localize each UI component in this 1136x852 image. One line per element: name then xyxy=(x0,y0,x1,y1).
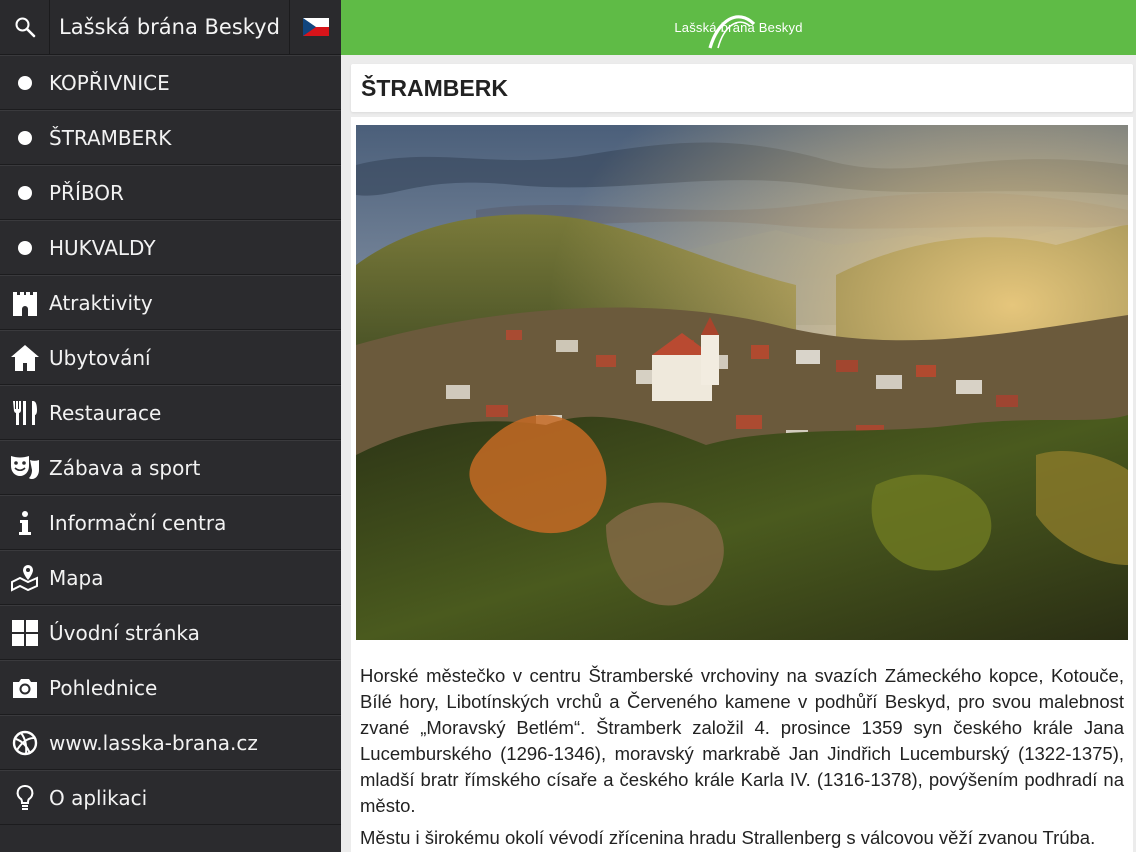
sidebar-item-koprivnice[interactable]: KOPŘIVNICE xyxy=(0,55,341,110)
sidebar-item-label: Mapa xyxy=(49,565,104,590)
sidebar-item-restaurace[interactable]: Restaurace xyxy=(0,385,341,440)
lightbulb-icon xyxy=(16,784,33,810)
sidebar-item-website[interactable]: www.lasska-brana.cz xyxy=(0,715,341,770)
cutlery-icon xyxy=(12,400,37,425)
sidebar-item-label: Informační centra xyxy=(49,510,227,535)
sidebar-item-label: Restaurace xyxy=(49,400,162,425)
app-logo[interactable]: Lašská brána Beskyd xyxy=(674,0,802,55)
main-content: Lašská brána Beskyd ŠTRAMBERK Horské měs… xyxy=(341,0,1136,852)
page-title: ŠTRAMBERK xyxy=(361,74,508,101)
sidebar-item-pohlednice[interactable]: Pohlednice xyxy=(0,660,341,715)
castle-icon xyxy=(12,291,37,316)
map-pin-icon xyxy=(10,564,38,592)
sidebar-item-uvodni-stranka[interactable]: Úvodní stránka xyxy=(0,605,341,660)
sidebar-item-pribor[interactable]: PŘÍBOR xyxy=(0,165,341,220)
bullet-icon xyxy=(17,240,32,255)
sidebar-item-label: HUKVALDY xyxy=(49,235,156,260)
camera-icon xyxy=(12,678,37,698)
town-photo xyxy=(356,125,1128,640)
article-paragraph: Horské městečko v centru Štramberské vrc… xyxy=(360,665,1124,816)
sidebar-item-label: Zábava a sport xyxy=(49,455,201,480)
bullet-icon xyxy=(17,185,32,200)
language-button[interactable] xyxy=(290,0,341,55)
sidebar-item-label: Atraktivity xyxy=(49,290,153,315)
sidebar-item-label: Pohlednice xyxy=(49,675,158,700)
app-title: Lašská brána Beskyd xyxy=(50,0,290,55)
bullet-icon xyxy=(17,75,32,90)
sidebar-item-atraktivity[interactable]: Atraktivity xyxy=(0,275,341,330)
search-icon xyxy=(15,17,35,38)
top-bar: Lašská brána Beskyd xyxy=(341,0,1136,55)
search-button[interactable] xyxy=(0,0,50,55)
globe-icon xyxy=(12,730,37,755)
sidebar-item-label: O aplikaci xyxy=(49,785,148,810)
article-text: Horské městečko v centru Štramberské vrc… xyxy=(360,663,1124,852)
app-window: Lašská brána Beskyd KOPŘIVNICE ŠTRAMBERK… xyxy=(0,0,1136,852)
sidebar-item-label: KOPŘIVNICE xyxy=(49,70,170,95)
sidebar-item-mapa[interactable]: Mapa xyxy=(0,550,341,605)
sidebar-item-label: Úvodní stránka xyxy=(49,620,200,645)
sidebar-item-stramberk[interactable]: ŠTRAMBERK xyxy=(0,110,341,165)
article-paragraph: Městu i širokému okolí vévodí zřícenina … xyxy=(360,827,1096,848)
page-title-card: ŠTRAMBERK xyxy=(351,64,1133,112)
sidebar-item-hukvaldy[interactable]: HUKVALDY xyxy=(0,220,341,275)
house-icon xyxy=(10,344,39,371)
article-card: Horské městečko v centru Štramberské vrc… xyxy=(351,117,1133,852)
sidebar-item-informacni-centra[interactable]: Informační centra xyxy=(0,495,341,550)
theater-masks-icon xyxy=(10,455,39,479)
logo-arch-icon xyxy=(708,15,756,49)
grid-icon xyxy=(11,619,38,646)
bullet-icon xyxy=(17,130,32,145)
sidebar-item-label: ŠTRAMBERK xyxy=(49,125,172,150)
sidebar-item-o-aplikaci[interactable]: O aplikaci xyxy=(0,770,341,825)
sidebar-item-label: PŘÍBOR xyxy=(49,180,124,205)
sidebar-item-zabava-a-sport[interactable]: Zábava a sport xyxy=(0,440,341,495)
sidebar-header: Lašská brána Beskyd xyxy=(0,0,341,55)
info-icon xyxy=(18,510,31,535)
sidebar-item-ubytovani[interactable]: Ubytování xyxy=(0,330,341,385)
sidebar-item-label: Ubytování xyxy=(49,345,151,370)
sidebar-menu: Lašská brána Beskyd KOPŘIVNICE ŠTRAMBERK… xyxy=(0,0,341,852)
sidebar-item-label: www.lasska-brana.cz xyxy=(49,730,258,755)
czech-flag-icon xyxy=(302,18,329,36)
